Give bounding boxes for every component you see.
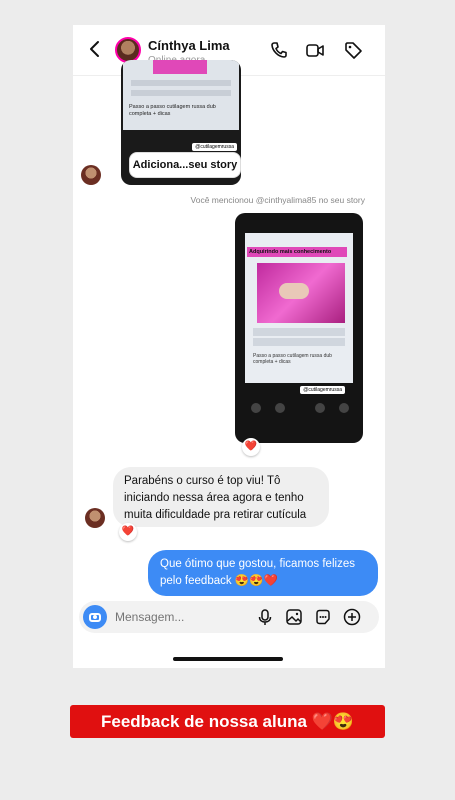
- shared-story[interactable]: Adquirindo mais conhecimento Passo a pas…: [235, 213, 363, 443]
- story-reply-caption[interactable]: Adiciona...seu story: [129, 152, 241, 178]
- camera-icon[interactable]: [83, 605, 107, 629]
- story-action-dots: [245, 403, 353, 415]
- heart-icon[interactable]: ❤️: [242, 438, 260, 456]
- contact-name[interactable]: Cínthya Lima: [148, 38, 230, 53]
- sender-avatar[interactable]: [81, 165, 101, 185]
- incoming-message[interactable]: Parabéns o curso é top viu! Tô iniciando…: [113, 467, 329, 527]
- heart-icon[interactable]: ❤️: [119, 523, 137, 541]
- phone-icon[interactable]: [269, 40, 289, 60]
- story-tag: @cutilagemrussa: [192, 143, 237, 151]
- video-icon[interactable]: [305, 40, 325, 60]
- story-row: [131, 90, 231, 96]
- story-row: [131, 80, 231, 86]
- story-screen: Passo a passo cutilagem russa dub comple…: [123, 60, 239, 130]
- shared-story-title: Adquirindo mais conhecimento: [247, 247, 347, 257]
- shared-story-photo: [257, 263, 345, 323]
- dm-screen: Cínthya Lima Online agora Passo a passo …: [73, 25, 385, 668]
- message-input[interactable]: [115, 601, 270, 633]
- mention-note: Você mencionou @cinthyalima85 no seu sto…: [190, 195, 365, 205]
- home-indicator[interactable]: [173, 657, 283, 661]
- plus-icon[interactable]: [343, 608, 361, 626]
- message-composer: [79, 601, 379, 633]
- shared-story-rows: [253, 328, 345, 346]
- story-pink-bar: [153, 60, 207, 74]
- outgoing-message[interactable]: Que ótimo que gostou, ficamos felizes pe…: [148, 550, 378, 596]
- sender-avatar[interactable]: [85, 508, 105, 528]
- story-text: Passo a passo cutilagem russa dub comple…: [129, 104, 216, 117]
- tag-icon[interactable]: [343, 40, 363, 60]
- shared-story-screen: Adquirindo mais conhecimento Passo a pas…: [245, 233, 353, 394]
- shared-story-text: Passo a passo cutilagem russa dub comple…: [253, 353, 332, 365]
- mic-icon[interactable]: [256, 608, 274, 626]
- sticker-icon[interactable]: [314, 608, 332, 626]
- back-icon[interactable]: [85, 39, 105, 59]
- shared-story-tag: @cutilagemrussa: [300, 386, 345, 394]
- caption-banner: Feedback de nossa aluna ❤️😍: [70, 705, 385, 738]
- gallery-icon[interactable]: [285, 608, 303, 626]
